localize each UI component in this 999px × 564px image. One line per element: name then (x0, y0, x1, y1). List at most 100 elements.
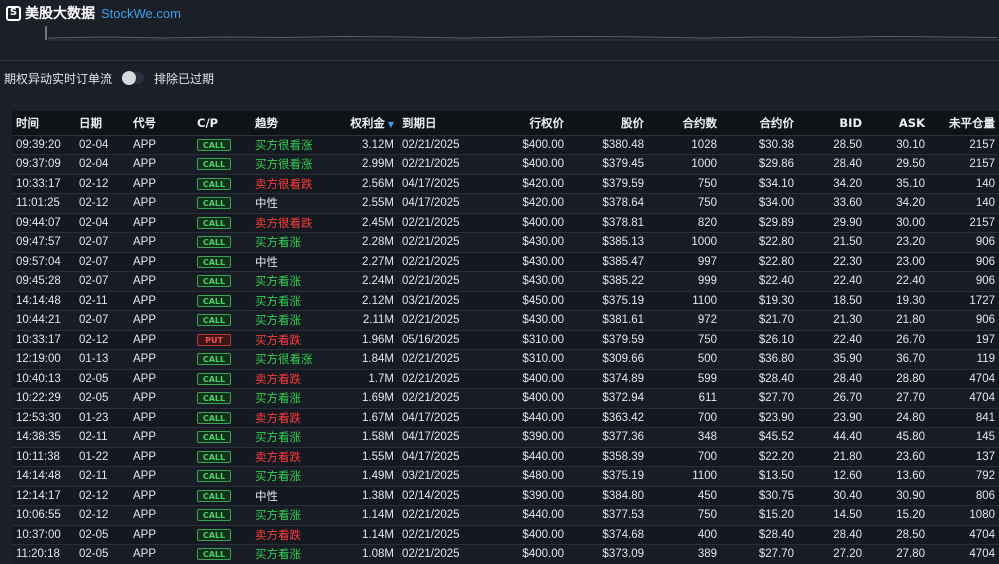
cell-expiry: 04/17/2025 (398, 447, 488, 467)
col-header-bid[interactable]: BID (798, 111, 866, 136)
col-header-trend[interactable]: 趋势 (251, 111, 344, 136)
table-row[interactable]: 12:19:00 01-13 APP CALL 买方很看涨 1.84M 02/21/2025… (12, 349, 999, 370)
cell-strike: $420.00 (488, 193, 568, 214)
cell-stock-price: $373.09 (568, 544, 648, 564)
cell-contract-price: $23.90 (721, 408, 798, 428)
table-row[interactable]: 12:14:17 02-12 APP CALL 中性 1.38M 02/14/2025 $39… (12, 486, 999, 506)
table-header-row: 时间 日期 代号 C/P 趋势 权利金 ▼ 到期日 行权价 股价 合约数 合约价 … (12, 111, 999, 136)
table-row[interactable]: 09:57:04 02-07 APP CALL 中性 2.27M 02/21/2025 $43… (12, 252, 999, 272)
trend-label: 买方看涨 (255, 547, 301, 562)
cell-contracts: 450 (648, 486, 721, 506)
cell-open-interest: 140 (929, 174, 999, 194)
table-row[interactable]: 10:11:38 01-22 APP CALL 卖方看跌 1.55M 04/17/2025 $… (12, 447, 999, 467)
col-header-time[interactable]: 时间 (12, 111, 75, 136)
cell-symbol: APP (129, 154, 193, 175)
cell-time: 10:33:17 (12, 174, 75, 194)
table-row[interactable]: 11:01:25 02-12 APP CALL 中性 2.55M 04/17/2025 $42… (12, 193, 999, 214)
call-badge: CALL (197, 548, 231, 561)
toggle-knob[interactable] (122, 71, 137, 85)
table-row[interactable]: 14:38:35 02-11 APP CALL 买方看涨 1.58M 04/17/2025 $… (12, 427, 999, 448)
col-header-symbol[interactable]: 代号 (129, 111, 193, 136)
cell-open-interest: 2157 (929, 154, 999, 175)
table-row[interactable]: 10:40:13 02-05 APP CALL 卖方看跌 1.7M 02/21/2025 $4… (12, 369, 999, 389)
brand-site-link[interactable]: StockWe.com (101, 6, 181, 21)
cell-stock-price: $385.13 (568, 232, 648, 253)
table-row[interactable]: 12:53:30 01-23 APP CALL 卖方看跌 1.67M 04/17/2025 $… (12, 408, 999, 428)
top-bar: S 美股大数据 StockWe.com (0, 0, 999, 26)
table-row[interactable]: 10:37:00 02-05 APP CALL 卖方看跌 1.14M 02/21/2025 $… (12, 525, 999, 545)
col-header-open-interest[interactable]: 未平仓量 (929, 111, 999, 136)
cell-cp: CALL (193, 154, 251, 175)
col-header-ask[interactable]: ASK (866, 111, 929, 136)
col-header-contracts[interactable]: 合约数 (648, 111, 721, 136)
cell-premium: 2.28M (344, 232, 398, 253)
cell-premium: 2.12M (344, 291, 398, 311)
cell-expiry: 02/21/2025 (398, 135, 488, 155)
table-row[interactable]: 10:22:29 02-05 APP CALL 买方看涨 1.69M 02/21/2025 $… (12, 388, 999, 409)
call-badge: CALL (197, 528, 231, 541)
cell-cp: CALL (193, 213, 251, 233)
col-header-premium[interactable]: 权利金 ▼ (344, 111, 398, 136)
cell-ask: 24.80 (866, 408, 929, 428)
cell-time: 10:06:55 (12, 505, 75, 526)
trend-label: 买方很看涨 (255, 157, 313, 172)
options-flow-table: 时间 日期 代号 C/P 趋势 权利金 ▼ 到期日 行权价 股价 合约数 合约价 … (12, 111, 999, 564)
call-badge: CALL (197, 216, 231, 229)
cell-premium: 1.69M (344, 388, 398, 409)
cell-stock-price: $377.36 (568, 427, 648, 448)
col-header-date[interactable]: 日期 (75, 111, 129, 136)
cell-symbol: APP (129, 349, 193, 370)
cell-symbol: APP (129, 232, 193, 253)
cell-open-interest: 906 (929, 252, 999, 272)
table-row[interactable]: 09:39:20 02-04 APP CALL 买方很看涨 3.12M 02/21/2025… (12, 135, 999, 155)
cell-premium: 2.55M (344, 193, 398, 214)
table-row[interactable]: 10:06:55 02-12 APP CALL 买方看涨 1.14M 02/21/2025 $… (12, 505, 999, 526)
cell-ask: 15.20 (866, 505, 929, 526)
table-row[interactable]: 14:14:48 02-11 APP CALL 买方看涨 2.12M 03/21/2025 $… (12, 291, 999, 311)
exclude-expired-toggle[interactable] (122, 71, 145, 85)
cell-expiry: 04/17/2025 (398, 408, 488, 428)
cell-trend: 中性 (251, 252, 344, 272)
table-row[interactable]: 10:33:17 02-12 APP CALL 卖方很看跌 2.56M 04/17/2025… (12, 174, 999, 194)
table-row[interactable]: 11:20:18 02-05 APP CALL 买方看涨 1.08M 02/21/2025 $… (12, 544, 999, 564)
cell-premium: 1.7M (344, 369, 398, 389)
cell-contracts: 750 (648, 193, 721, 214)
cell-premium: 2.45M (344, 213, 398, 233)
col-header-cp[interactable]: C/P (193, 111, 251, 136)
table-row[interactable]: 09:37:09 02-04 APP CALL 买方很看涨 2.99M 02/21/2025… (12, 154, 999, 175)
cell-trend: 买方看涨 (251, 427, 344, 448)
cell-time: 11:20:18 (12, 544, 75, 564)
trend-label: 买方看涨 (255, 508, 301, 523)
table-row[interactable]: 09:45:28 02-07 APP CALL 买方看涨 2.24M 02/21/2025 $… (12, 271, 999, 292)
call-badge: CALL (197, 450, 231, 463)
cell-premium: 2.24M (344, 271, 398, 292)
cell-ask: 22.40 (866, 271, 929, 292)
cell-symbol: APP (129, 135, 193, 155)
cell-strike: $390.00 (488, 486, 568, 506)
cell-bid: 23.90 (798, 408, 866, 428)
caret-down-icon[interactable]: ▼ (388, 120, 394, 129)
col-header-strike[interactable]: 行权价 (488, 111, 568, 136)
cell-premium: 1.67M (344, 408, 398, 428)
table-row[interactable]: 09:47:57 02-07 APP CALL 买方看涨 2.28M 02/21/2025 $… (12, 232, 999, 253)
col-header-expiry[interactable]: 到期日 (398, 111, 488, 136)
trend-label: 中性 (255, 254, 278, 269)
table-row[interactable]: 09:44:07 02-04 APP CALL 卖方很看跌 2.45M 02/21/2025… (12, 213, 999, 233)
cell-date: 02-04 (75, 135, 129, 155)
cell-date: 02-12 (75, 505, 129, 526)
table-row[interactable]: 14:14:48 02-11 APP CALL 买方看涨 1.49M 03/21/2025 $… (12, 466, 999, 487)
cell-expiry: 02/21/2025 (398, 271, 488, 292)
call-badge: CALL (197, 470, 231, 483)
table-row[interactable]: 10:33:17 02-12 APP PUT 买方看跌 1.96M 05/16/2025 $3… (12, 330, 999, 350)
cell-trend: 买方看涨 (251, 310, 344, 331)
cell-symbol: APP (129, 466, 193, 487)
cell-bid: 35.90 (798, 349, 866, 370)
col-header-contract-price[interactable]: 合约价 (721, 111, 798, 136)
cell-bid: 28.40 (798, 154, 866, 175)
cell-symbol: APP (129, 310, 193, 331)
cell-cp: CALL (193, 525, 251, 545)
col-header-stock-price[interactable]: 股价 (568, 111, 648, 136)
cell-expiry: 02/21/2025 (398, 388, 488, 409)
table-row[interactable]: 10:44:21 02-07 APP CALL 买方看涨 2.11M 02/21/2025 $… (12, 310, 999, 331)
cell-open-interest: 145 (929, 427, 999, 448)
